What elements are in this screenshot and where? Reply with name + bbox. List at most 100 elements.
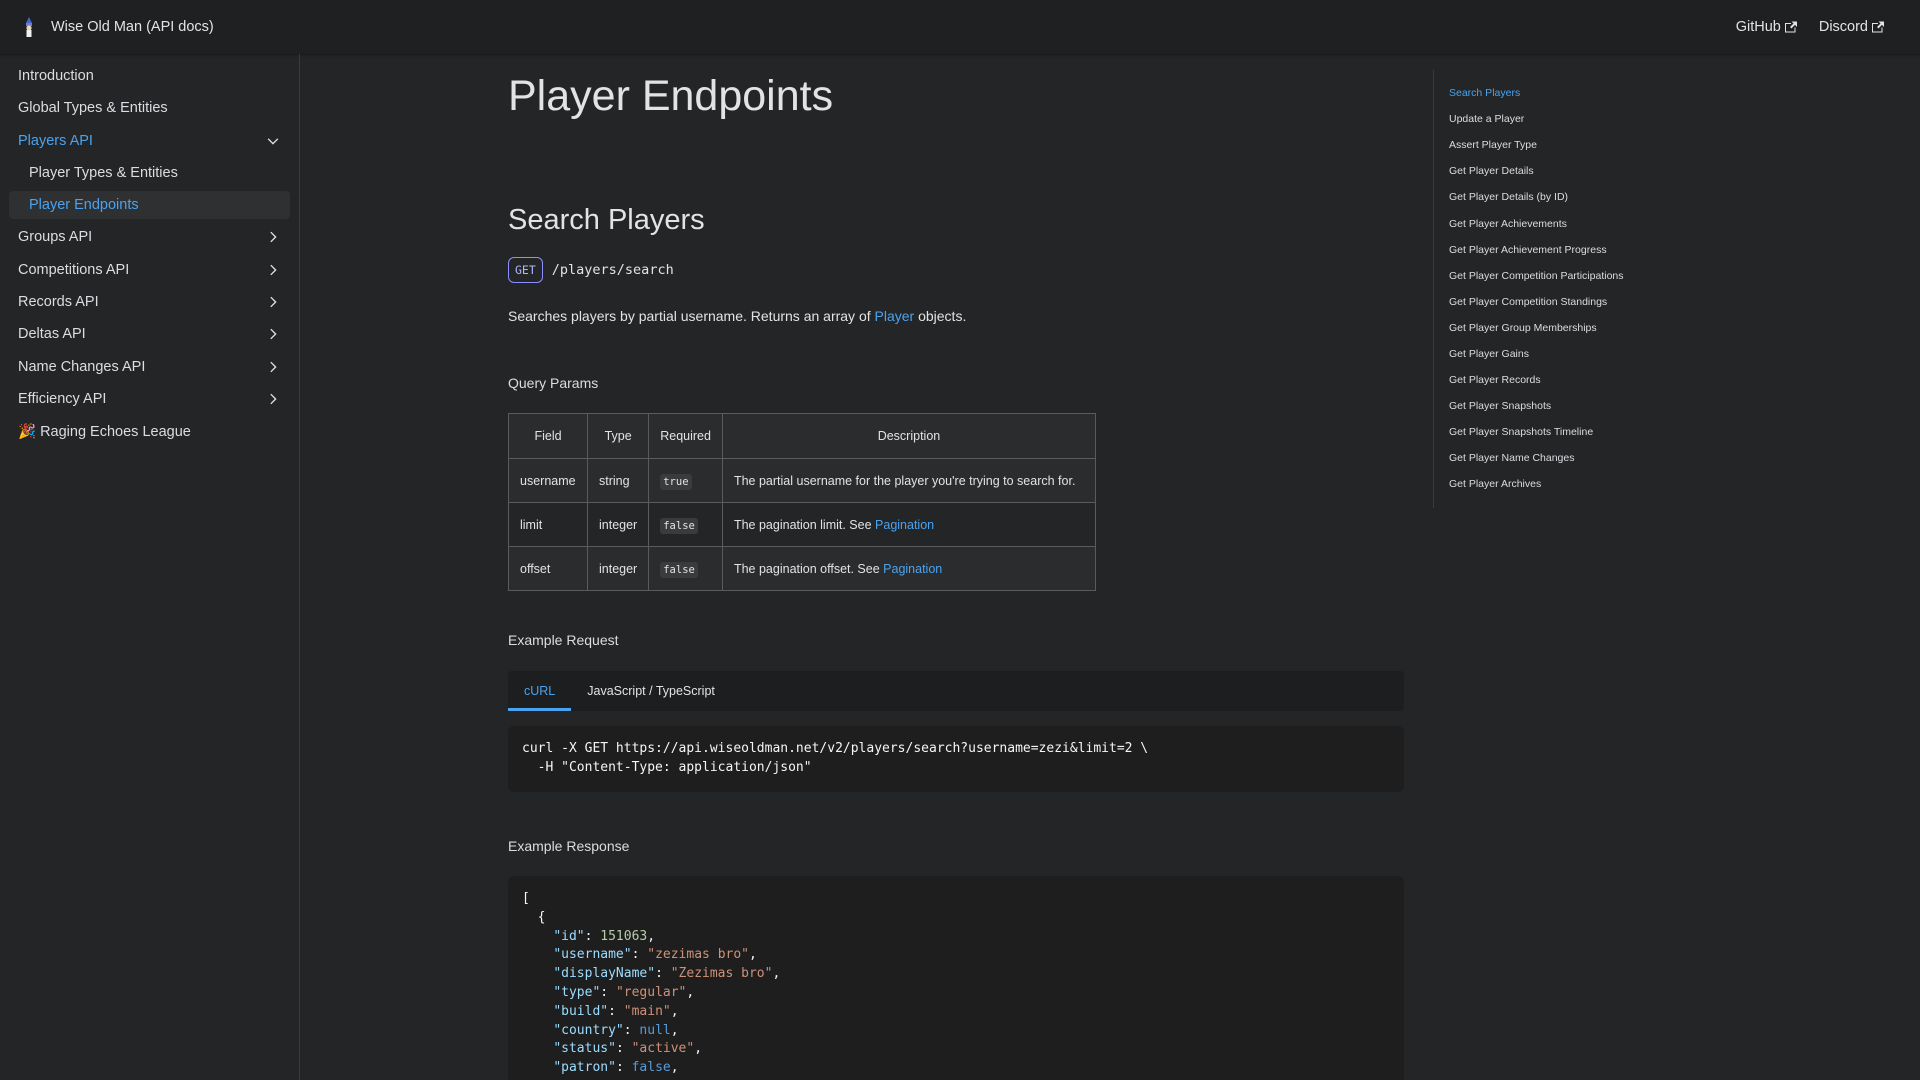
example-response-label: Example Response	[508, 838, 630, 854]
table-cell-required: true	[648, 458, 723, 503]
endpoint-row: GET /players/search	[508, 257, 674, 283]
description-text: Searches players by partial username. Re…	[508, 308, 875, 324]
json-value: "regular"	[615, 984, 687, 1000]
toc-item-get-player-gains[interactable]: Get Player Gains	[1449, 341, 1624, 367]
sidebar-item-player-types[interactable]: Player Types & Entities	[9, 159, 290, 187]
toc-item-get-player-snapshots[interactable]: Get Player Snapshots	[1449, 393, 1624, 419]
discord-link[interactable]: Discord	[1819, 19, 1884, 35]
json-key: "build"	[553, 1003, 609, 1019]
sidebar-item-label: Players API	[18, 132, 93, 149]
json-key: "type"	[553, 984, 601, 1000]
code-line: {	[522, 909, 1390, 928]
table-cell-field: limit	[508, 502, 588, 547]
code-line: "status": "active",	[553, 1041, 703, 1057]
http-method-badge: GET	[508, 257, 543, 283]
table-header-row: Field Type Required Description	[508, 413, 1096, 459]
toc-item-update-player[interactable]: Update a Player	[1449, 106, 1624, 132]
table-of-contents: Search Players Update a Player Assert Pl…	[1433, 70, 1624, 508]
json-value: null	[639, 1022, 671, 1038]
endpoint-path: /players/search	[551, 262, 674, 278]
toc-item-get-player-records[interactable]: Get Player Records	[1449, 367, 1624, 393]
code-line: "build": "main",	[553, 1003, 679, 1019]
section-title: Search Players	[508, 204, 705, 236]
sidebar-item-efficiency-api[interactable]: Efficiency API	[9, 385, 290, 413]
code-line: "type": "regular",	[553, 984, 695, 1000]
sidebar: Introduction Global Types & Entities Pla…	[0, 54, 300, 1080]
table-header: Field	[508, 413, 588, 459]
sidebar-item-competitions-api[interactable]: Competitions API	[9, 256, 290, 284]
toc-item-get-player-competition-participations[interactable]: Get Player Competition Participations	[1449, 263, 1624, 289]
code-line: [	[522, 890, 1390, 909]
code-line: curl -X GET https://api.wiseoldman.net/v…	[522, 741, 1149, 756]
sidebar-item-label: Player Types & Entities	[29, 164, 178, 181]
chevron-right-icon[interactable]	[266, 295, 280, 309]
chevron-down-icon[interactable]	[266, 134, 280, 148]
table-row: limit integer false The pagination limit…	[508, 502, 1096, 547]
description-text: The partial username for the player you'…	[733, 473, 1076, 488]
chevron-right-icon[interactable]	[266, 230, 280, 244]
wise-old-man-logo-icon	[22, 17, 36, 37]
tab-javascript[interactable]: JavaScript / TypeScript	[571, 671, 731, 711]
discord-link-label: Discord	[1818, 19, 1868, 35]
sidebar-item-label: Efficiency API	[18, 390, 107, 407]
pagination-link[interactable]: Pagination	[883, 562, 942, 576]
chevron-right-icon[interactable]	[266, 392, 280, 406]
table-cell-type: string	[586, 458, 650, 503]
toc-item-get-player-name-changes[interactable]: Get Player Name Changes	[1449, 445, 1624, 471]
code-tabs: cURL JavaScript / TypeScript	[508, 671, 1404, 711]
json-key: "patron"	[553, 1060, 616, 1076]
table-cell-description: The pagination limit. See Pagination	[721, 502, 1096, 547]
toc-item-get-player-achievement-progress[interactable]: Get Player Achievement Progress	[1449, 237, 1624, 263]
request-code-block: curl -X GET https://api.wiseoldman.net/v…	[508, 726, 1404, 792]
code-token: {	[537, 909, 546, 925]
table-cell-type: integer	[586, 502, 650, 547]
brand-link[interactable]: Wise Old Man (API docs)	[22, 17, 214, 37]
toc-item-get-player-details[interactable]: Get Player Details	[1449, 158, 1624, 184]
toc-item-get-player-competition-standings[interactable]: Get Player Competition Standings	[1449, 289, 1624, 315]
sidebar-item-global-types[interactable]: Global Types & Entities	[9, 94, 290, 122]
json-value: 151063	[600, 928, 648, 944]
required-value: true	[660, 473, 692, 490]
code-token: [	[522, 891, 530, 906]
player-type-link[interactable]: Player	[875, 308, 915, 324]
tab-curl[interactable]: cURL	[508, 671, 572, 711]
chevron-right-icon[interactable]	[266, 360, 280, 374]
toc-item-assert-player-type[interactable]: Assert Player Type	[1449, 132, 1624, 158]
sidebar-item-label: 🎉 Raging Echoes League	[18, 423, 191, 440]
query-params-table: Field Type Required Description username…	[508, 413, 1096, 591]
description-text: The pagination offset. See	[733, 561, 884, 576]
toc-item-search-players[interactable]: Search Players	[1449, 80, 1624, 106]
sidebar-item-player-endpoints[interactable]: Player Endpoints	[9, 191, 290, 220]
toc-item-get-player-group-memberships[interactable]: Get Player Group Memberships	[1449, 315, 1624, 341]
query-params-label: Query Params	[508, 375, 599, 391]
github-link[interactable]: GitHub	[1736, 19, 1797, 35]
table-cell-field: username	[508, 458, 588, 503]
sidebar-item-name-changes-api[interactable]: Name Changes API	[9, 353, 290, 381]
sidebar-item-records-api[interactable]: Records API	[9, 288, 290, 316]
json-key: "country"	[553, 1022, 624, 1038]
sidebar-item-label: Player Endpoints	[29, 197, 139, 214]
page-title: Player Endpoints	[508, 72, 834, 120]
sidebar-item-deltas-api[interactable]: Deltas API	[9, 320, 290, 348]
pagination-link[interactable]: Pagination	[875, 518, 934, 532]
sidebar-item-label: Introduction	[18, 68, 94, 84]
toc-item-get-player-details-by-id[interactable]: Get Player Details (by ID)	[1449, 184, 1624, 210]
toc-item-get-player-snapshots-timeline[interactable]: Get Player Snapshots Timeline	[1449, 419, 1624, 445]
sidebar-item-raging-echoes-league[interactable]: 🎉 Raging Echoes League	[9, 417, 290, 445]
sidebar-item-players-api[interactable]: Players API	[9, 127, 290, 155]
sidebar-item-label: Global Types & Entities	[18, 100, 168, 117]
table-header: Required	[648, 413, 723, 459]
toc-item-get-player-archives[interactable]: Get Player Archives	[1449, 471, 1624, 497]
json-key: "username"	[553, 947, 632, 963]
github-link-label: GitHub	[1735, 19, 1781, 35]
description-text-end: objects.	[914, 308, 967, 324]
chevron-right-icon[interactable]	[266, 263, 280, 277]
chevron-right-icon[interactable]	[266, 327, 280, 341]
table-cell-required: false	[648, 546, 723, 591]
json-key: "id"	[553, 928, 585, 944]
code-line: "displayName": "Zezimas bro",	[553, 966, 781, 982]
external-link-icon	[1784, 21, 1797, 33]
sidebar-item-groups-api[interactable]: Groups API	[9, 223, 290, 251]
toc-item-get-player-achievements[interactable]: Get Player Achievements	[1449, 210, 1624, 236]
sidebar-item-introduction[interactable]: Introduction	[9, 62, 290, 90]
